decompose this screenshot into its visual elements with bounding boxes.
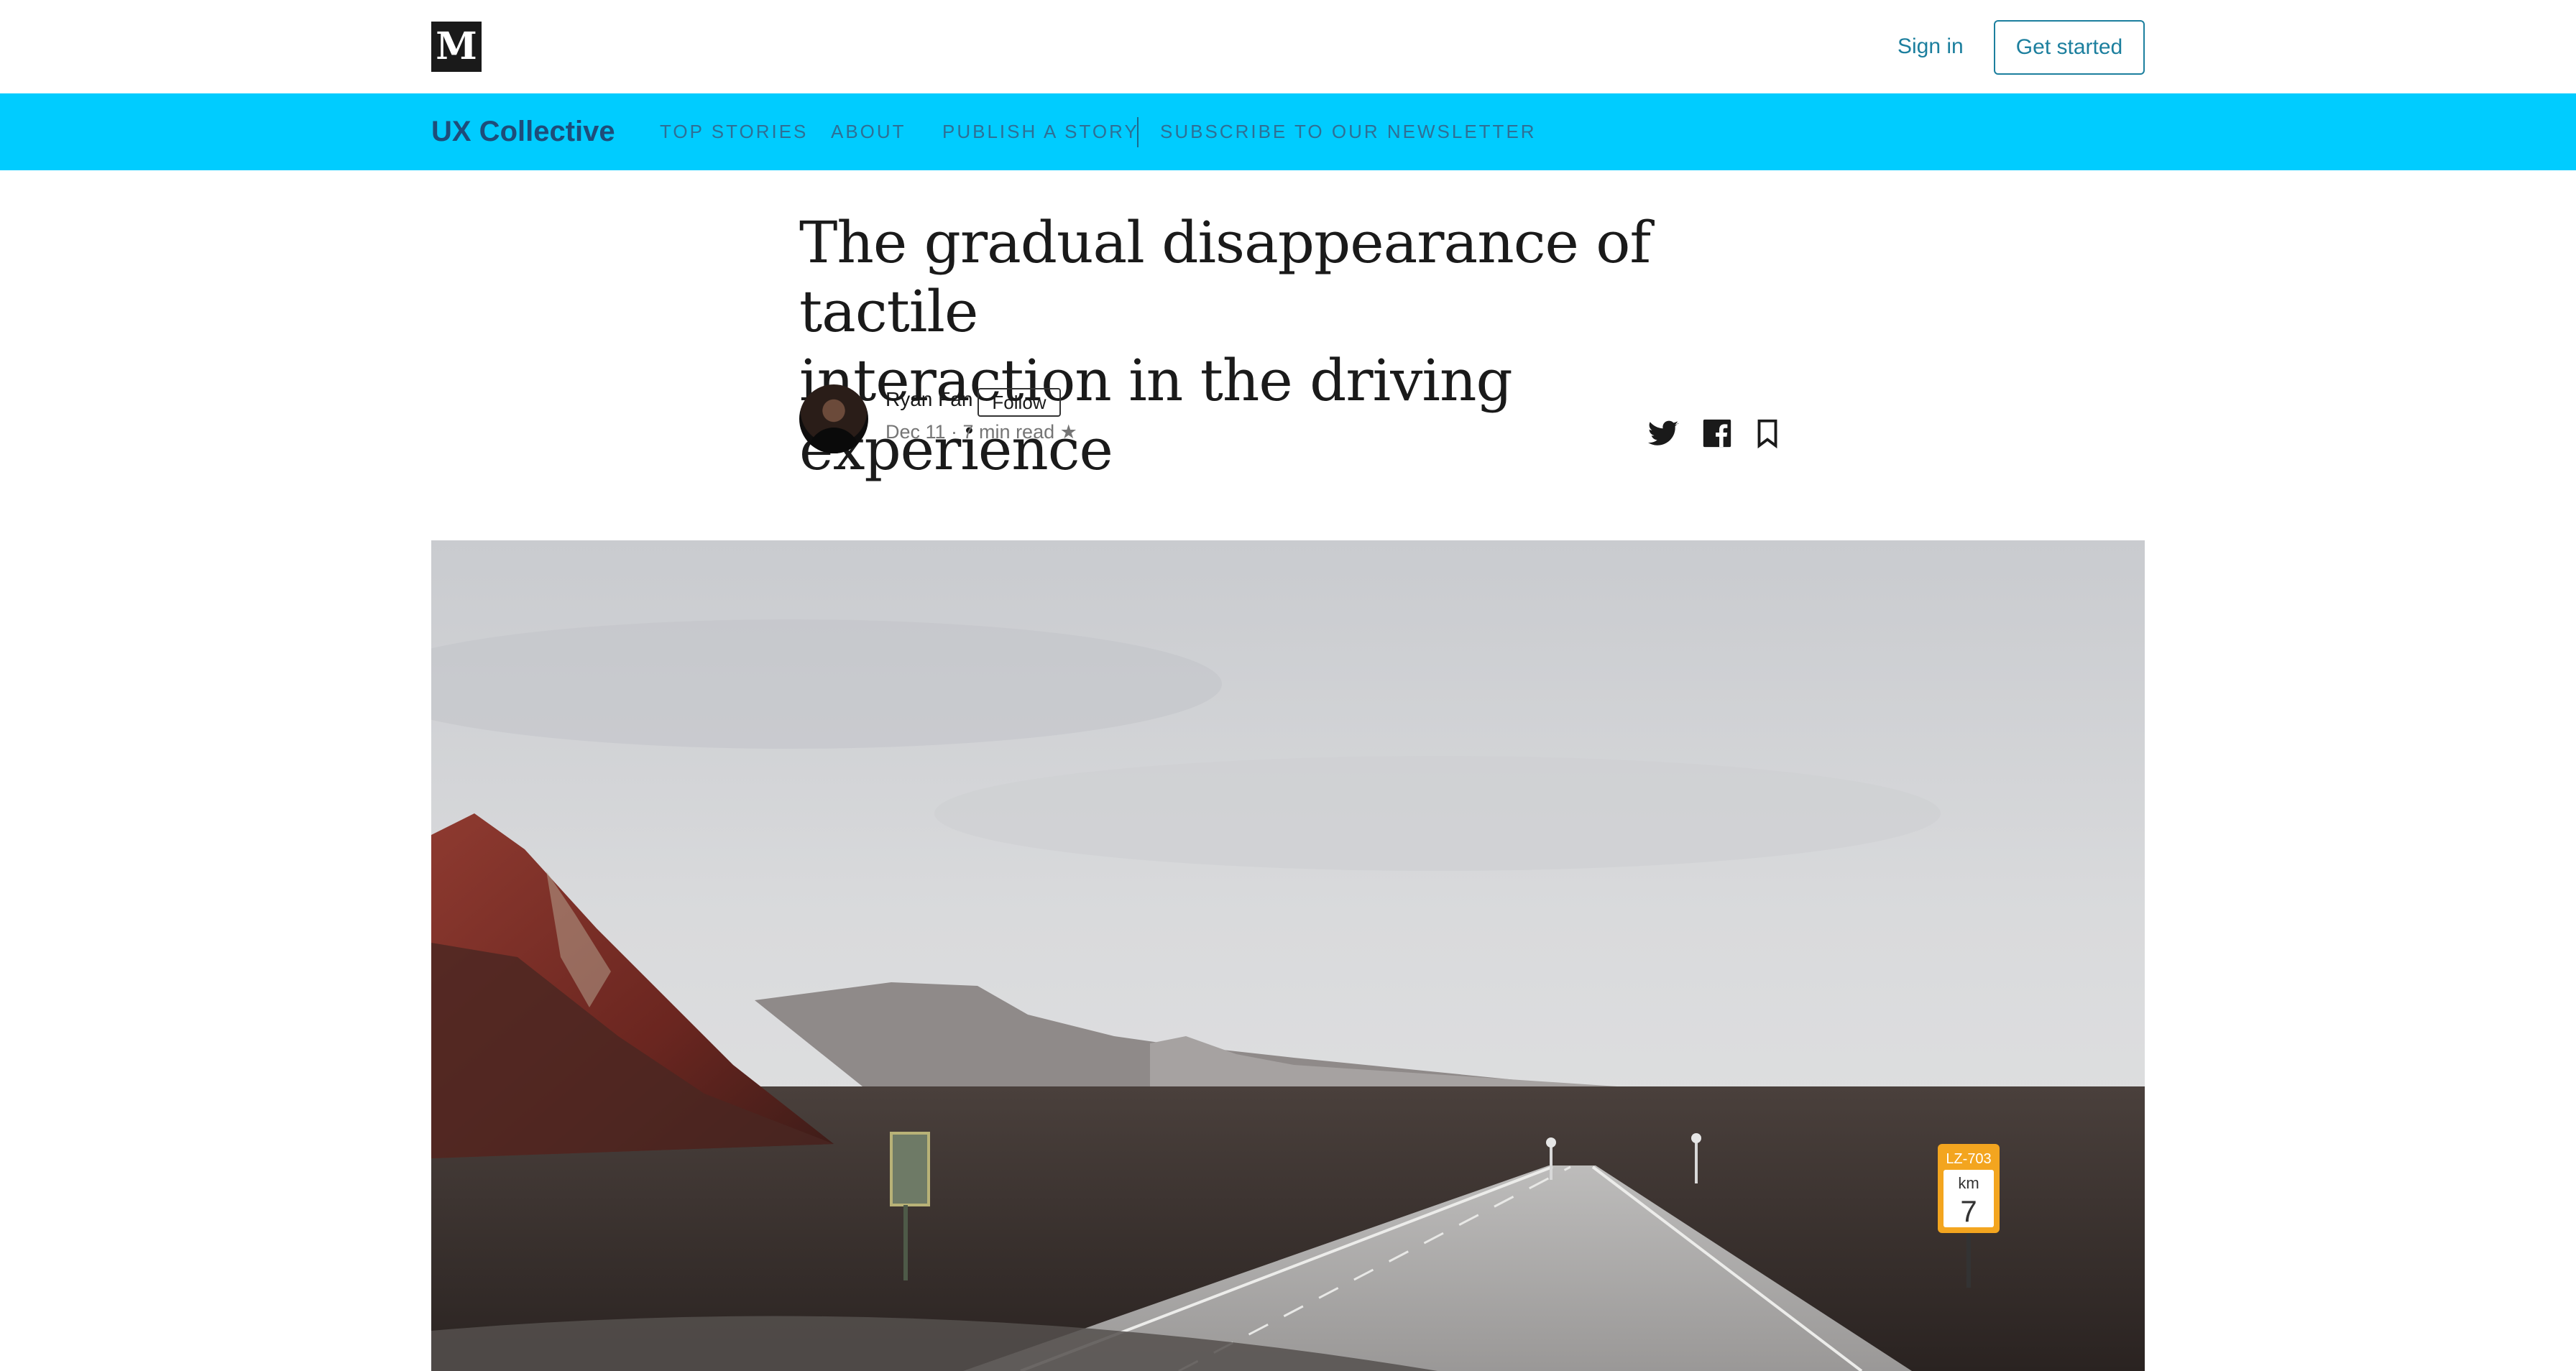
bookmark-icon[interactable] [1751, 417, 1784, 450]
article-title-line-2: interaction in the driving experience [799, 347, 1513, 483]
article-meta: Dec 11 · 7 min read ★ [886, 421, 1077, 443]
hero-image: LZ-703 km 7 [431, 540, 2145, 1371]
medium-logo[interactable]: M [431, 22, 482, 72]
nav-top-stories[interactable]: TOP STORIES [660, 93, 808, 170]
sign-route: LZ-703 [1946, 1151, 1991, 1167]
avatar-shoulders [808, 428, 860, 453]
nav-about[interactable]: ABOUT [831, 93, 906, 170]
follow-button[interactable]: Follow [978, 388, 1061, 417]
author-name[interactable]: Ryan Fan [886, 388, 972, 411]
sign-in-link[interactable]: Sign in [1898, 29, 1964, 65]
author-avatar[interactable] [799, 384, 868, 453]
nav-divider [1137, 117, 1138, 147]
nav-subscribe-newsletter[interactable]: SUBSCRIBE TO OUR NEWSLETTER [1160, 93, 1537, 170]
get-started-button[interactable]: Get started [1994, 20, 2145, 75]
top-bar: M Sign in Get started [0, 0, 2576, 93]
sign-number: 7 [1960, 1194, 1977, 1228]
twitter-icon[interactable] [1647, 417, 1680, 450]
facebook-icon[interactable] [1701, 417, 1734, 450]
publication-nav-bar: UX Collective TOP STORIES ABOUT PUBLISH … [0, 93, 2576, 170]
road-landscape-photo: LZ-703 km 7 [431, 540, 2145, 1371]
publication-name[interactable]: UX Collective [431, 93, 615, 170]
article-title-line-1: The gradual disappearance of tactile [799, 209, 1651, 345]
sign-unit: km [1958, 1174, 1979, 1192]
nav-publish-a-story[interactable]: PUBLISH A STORY [942, 93, 1139, 170]
